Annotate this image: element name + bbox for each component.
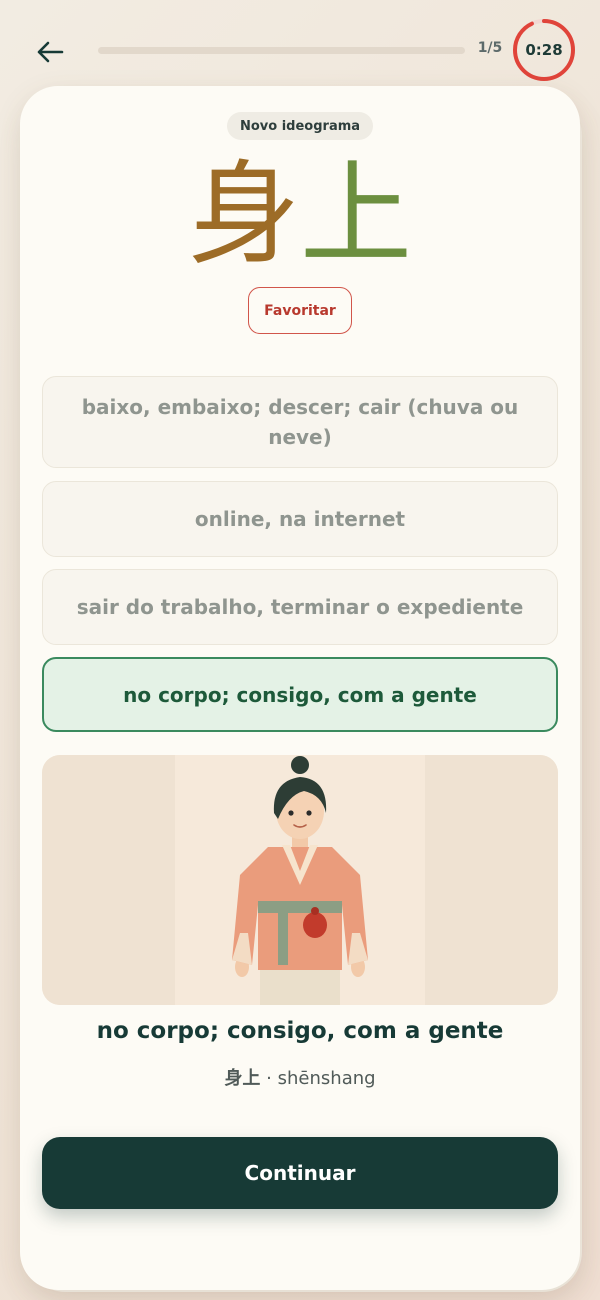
back-button[interactable] (30, 32, 70, 72)
answer-option[interactable]: baixo, embaixo; descer; cair (chuva ou n… (42, 376, 558, 468)
reading-hanzi: 身上 (224, 1068, 261, 1089)
arrow-left-icon (37, 41, 64, 63)
timer: 0:28 (512, 18, 576, 82)
step-counter: 1/5 (477, 40, 503, 56)
answer-option-correct[interactable]: no corpo; consigo, com a gente (42, 657, 558, 732)
illustration-image (42, 755, 558, 1005)
top-bar: 1/5 0:28 (0, 0, 600, 100)
continue-button[interactable]: Continuar (42, 1137, 558, 1209)
person-illustration (42, 755, 558, 1005)
reading-separator: · (266, 1068, 272, 1089)
hanzi-display: 身上 (0, 150, 600, 280)
hanzi-char-2: 上 (300, 150, 412, 280)
favorite-button[interactable]: Favoritar (248, 287, 352, 334)
new-ideogram-badge: Novo ideograma (227, 112, 373, 140)
timer-text: 0:28 (525, 41, 563, 59)
progress-bar (98, 47, 465, 54)
reading-line: 身上 · shēnshang (0, 1064, 600, 1090)
answer-option[interactable]: sair do trabalho, terminar o expediente (42, 569, 558, 645)
reading-pinyin: shēnshang (277, 1068, 376, 1089)
hanzi-char-1: 身 (188, 150, 300, 280)
answer-option[interactable]: online, na internet (42, 481, 558, 557)
answer-meaning: no corpo; consigo, com a gente (96, 1018, 504, 1044)
